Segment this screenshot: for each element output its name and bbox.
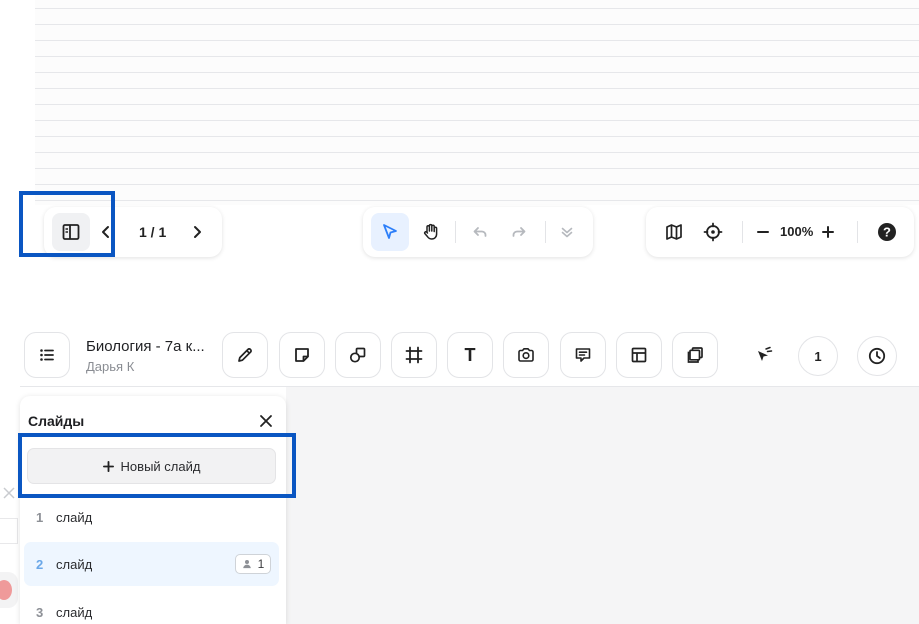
slide-list-item[interactable]: 1 слайд: [24, 495, 279, 539]
slide-number: 3: [36, 604, 44, 620]
select-tool-button[interactable]: [371, 213, 409, 251]
more-tools-button[interactable]: [548, 213, 586, 251]
toolbar-divider: [857, 221, 858, 243]
help-icon: ?: [878, 223, 896, 241]
new-slide-highlight: [18, 433, 296, 498]
text-icon: T: [464, 344, 476, 365]
minus-icon: [757, 231, 769, 233]
pencil-icon: [238, 348, 252, 362]
sticky-note-tool-button[interactable]: [279, 332, 325, 378]
undo-icon: [473, 227, 487, 237]
slide-title: слайд: [56, 556, 93, 572]
slide-list-item-current[interactable]: 2 слайд 1: [24, 542, 279, 586]
redo-icon: [512, 227, 526, 237]
duplicate-tool-button[interactable]: [672, 332, 718, 378]
frame-icon: [405, 346, 423, 364]
slide-title: слайд: [56, 604, 93, 620]
help-button[interactable]: ?: [868, 213, 906, 251]
undo-button[interactable]: [461, 213, 499, 251]
slide-viewers-badge: 1: [235, 554, 271, 574]
slide-number: 1: [36, 509, 44, 525]
locate-button[interactable]: [694, 213, 732, 251]
page-indicator: 1 / 1: [139, 224, 167, 240]
close-icon: [260, 415, 272, 427]
zoom-in-button[interactable]: [813, 213, 843, 251]
slides-panel: Слайды Новый слайд 1 слайд 2 слайд 1 3 с…: [20, 396, 286, 624]
zoom-out-button[interactable]: [748, 213, 778, 251]
record-button[interactable]: [0, 572, 18, 608]
menu-button[interactable]: [24, 332, 70, 378]
slide-number: 2: [36, 556, 44, 572]
lined-canvas: [35, 0, 919, 205]
svg-text:?: ?: [883, 225, 891, 240]
pencil-tool-button[interactable]: [222, 332, 268, 378]
sticky-note-icon: [295, 348, 309, 362]
laser-pointer-icon: [758, 346, 773, 361]
document-author: Дарья К: [86, 359, 135, 374]
camera-icon: [518, 348, 534, 362]
chevrons-down-icon: [561, 227, 573, 238]
table-icon: [631, 347, 647, 363]
camera-tool-button[interactable]: [503, 332, 549, 378]
comment-icon: [575, 348, 591, 362]
view-controls-group: 100% ?: [646, 207, 914, 257]
zoom-level[interactable]: 100%: [780, 224, 813, 239]
frame-tool-button[interactable]: [391, 332, 437, 378]
close-panel-button[interactable]: [256, 411, 276, 431]
comment-tool-button[interactable]: [560, 332, 606, 378]
map-icon: [666, 224, 682, 240]
menu-list-icon: [40, 349, 54, 361]
board-canvas[interactable]: [286, 387, 919, 624]
timer-button[interactable]: [857, 336, 897, 376]
user-icon: [242, 560, 251, 569]
redo-button[interactable]: [500, 213, 538, 251]
screen: 1 / 1 100% ? Биология - 7а к... Дарья К …: [0, 0, 919, 624]
map-button[interactable]: [655, 213, 693, 251]
pan-tool-button[interactable]: [412, 213, 450, 251]
chevron-right-icon: [194, 226, 201, 238]
crosshair-icon: [703, 222, 723, 242]
shapes-icon: [349, 347, 366, 363]
slide-title: слайд: [56, 509, 93, 525]
toolbar-divider: [545, 221, 546, 243]
slide-viewers-count: 1: [257, 557, 265, 571]
cursor-arrow-icon: [383, 224, 397, 239]
presenter-count-button[interactable]: 1: [798, 336, 838, 376]
next-page-button[interactable]: [178, 213, 216, 251]
table-tool-button[interactable]: [616, 332, 662, 378]
lined-canvas-header: [35, 0, 919, 9]
sidebar-toggle-highlight: [19, 191, 115, 257]
close-icon: [3, 487, 15, 499]
plus-icon: [822, 226, 834, 238]
presenter-count: 1: [814, 348, 822, 364]
laser-pointer-button[interactable]: [745, 336, 783, 374]
text-tool-button[interactable]: T: [447, 332, 493, 378]
toolbar-divider: [455, 221, 456, 243]
clock-icon: [868, 347, 886, 365]
side-edge-panel: [0, 518, 18, 544]
document-title[interactable]: Биология - 7а к...: [86, 338, 211, 355]
shapes-tool-button[interactable]: [335, 332, 381, 378]
hand-icon: [423, 223, 438, 240]
duplicate-icon: [687, 347, 703, 363]
canvas-tools-group: [363, 207, 593, 257]
slides-panel-title: Слайды: [28, 413, 85, 429]
toolbar-divider: [742, 221, 743, 243]
slide-list-item[interactable]: 3 слайд: [24, 590, 279, 624]
